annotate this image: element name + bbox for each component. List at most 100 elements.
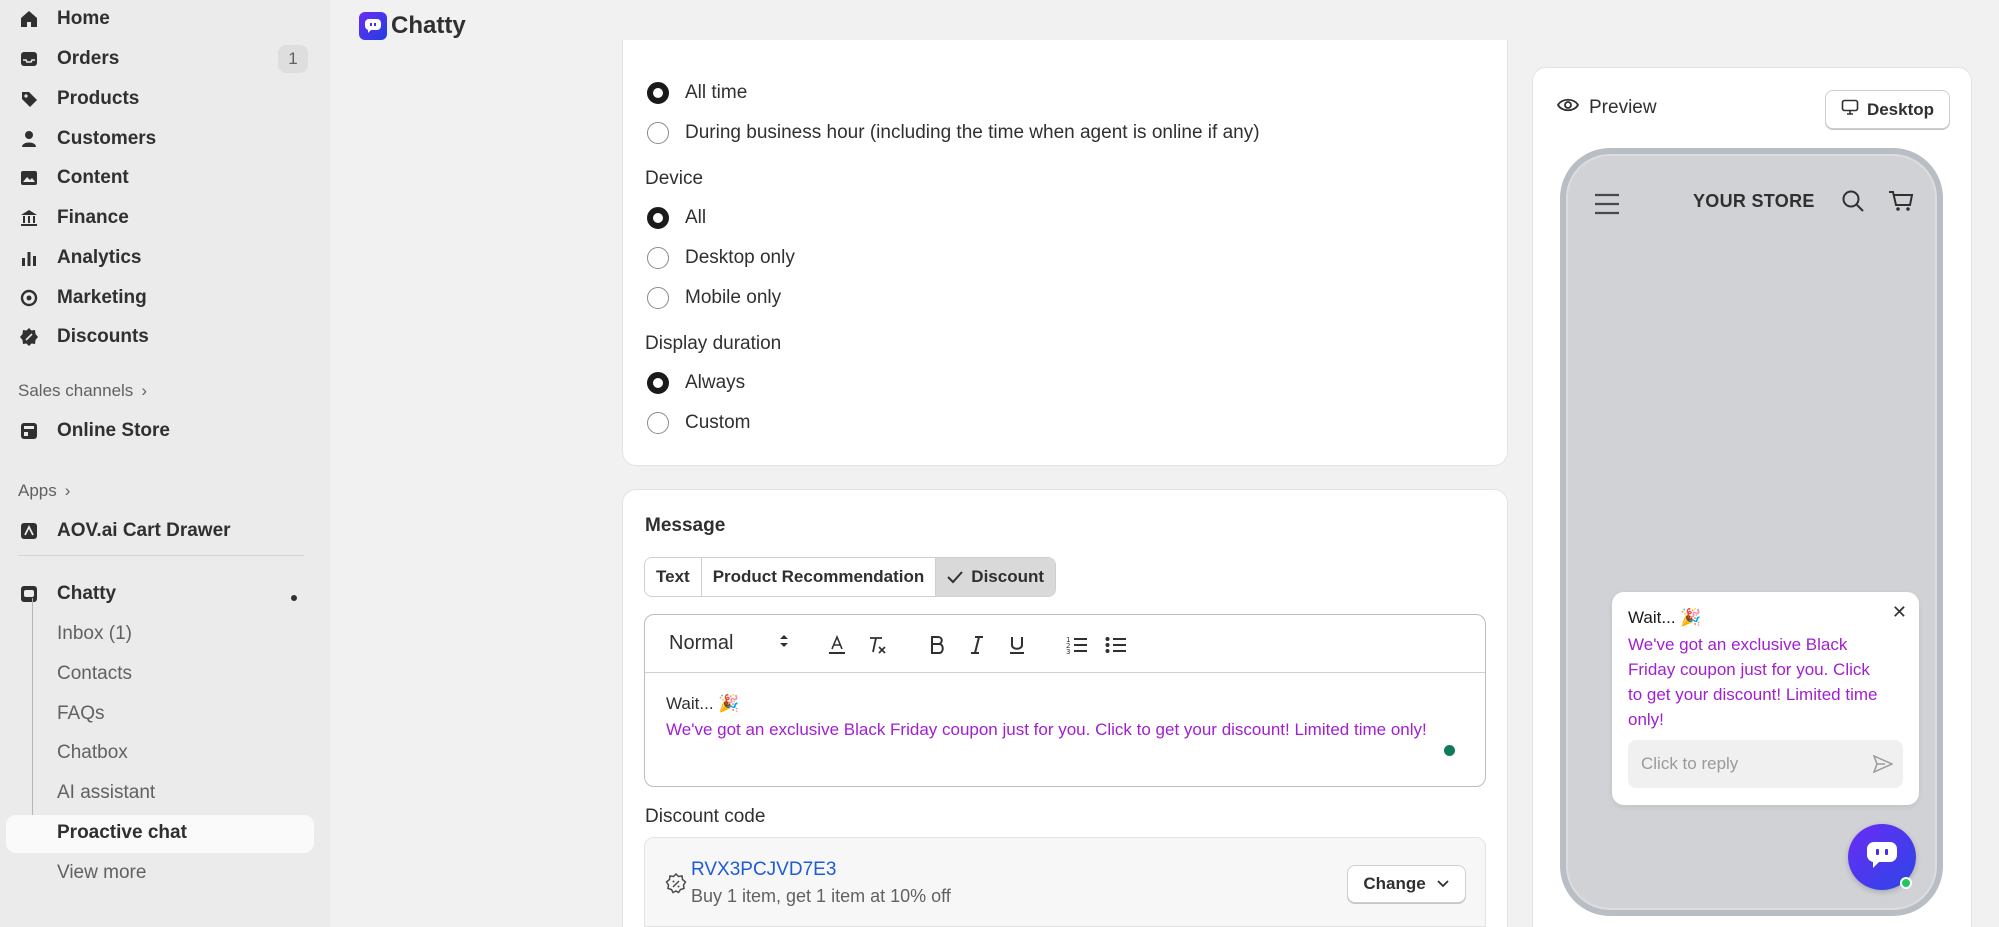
status-dot-icon: [1444, 745, 1455, 756]
online-status-dot: [1900, 877, 1912, 889]
sidebar-item-home[interactable]: Home: [18, 1, 110, 37]
editor-toolbar: Normal 123: [645, 615, 1485, 673]
chat-bubble-icon: [1865, 840, 1899, 875]
tree-connector: [32, 598, 46, 834]
radio-desktop-only[interactable]: Desktop only: [647, 247, 795, 269]
sidebar-sub-view-more[interactable]: View more: [57, 862, 146, 884]
radio-business-hour[interactable]: During business hour (including the time…: [647, 122, 1260, 144]
orders-count-badge: 1: [278, 45, 308, 73]
radio-button[interactable]: [647, 287, 669, 309]
sidebar-item-discounts[interactable]: Discounts: [18, 319, 149, 355]
radio-button[interactable]: [647, 372, 669, 394]
radio-label: All time: [685, 82, 748, 103]
sidebar-item-label: Customers: [57, 128, 157, 149]
inbox-tray-icon: [18, 48, 40, 70]
pin-dot-icon: [291, 595, 297, 601]
send-icon[interactable]: [1872, 754, 1894, 778]
sidebar-sub-contacts[interactable]: Contacts: [57, 663, 132, 685]
display-duration-label: Display duration: [645, 333, 782, 354]
sidebar-item-marketing[interactable]: Marketing: [18, 280, 147, 316]
tab-discount[interactable]: Discount: [936, 558, 1056, 596]
preview-header: Preview: [1556, 97, 1657, 119]
chatty-logo-icon: [359, 12, 387, 40]
target-icon: [18, 287, 40, 309]
sidebar-item-label: AOV.ai Cart Drawer: [57, 520, 231, 541]
radio-custom[interactable]: Custom: [647, 412, 750, 434]
radio-button[interactable]: [647, 207, 669, 229]
change-discount-button[interactable]: Change: [1347, 865, 1466, 903]
sidebar-item-customers[interactable]: Customers: [18, 121, 156, 157]
sidebar-item-label: Analytics: [57, 247, 142, 268]
cart-icon: [1888, 190, 1914, 217]
bold-icon[interactable]: [925, 633, 949, 657]
radio-button[interactable]: [647, 247, 669, 269]
discount-badge-icon: [664, 872, 688, 901]
radio-all-time[interactable]: All time: [647, 82, 747, 104]
svg-text:3: 3: [1066, 648, 1070, 655]
sidebar-item-products[interactable]: Products: [18, 81, 139, 117]
message-type-tabs: Text Product Recommendation Discount: [644, 557, 1057, 597]
clear-format-icon[interactable]: [865, 633, 889, 657]
sidebar-sub-proactive-chat[interactable]: Proactive chat: [57, 822, 187, 844]
sidebar-sub-ai-assistant[interactable]: AI assistant: [57, 782, 155, 804]
radio-label: All: [685, 207, 707, 228]
reply-input[interactable]: Click to reply: [1628, 740, 1903, 788]
search-icon: [1841, 189, 1865, 218]
hamburger-menu-icon: [1594, 193, 1620, 220]
sidebar-sub-chatbox[interactable]: Chatbox: [57, 742, 128, 764]
popup-text: We've got an exclusive Black Friday coup…: [1628, 635, 1878, 729]
radio-label: Custom: [685, 412, 751, 433]
message-line-2: We've got an exclusive Black Friday coup…: [666, 720, 1427, 739]
sidebar-item-label: Discounts: [57, 326, 149, 347]
radio-button[interactable]: [647, 82, 669, 104]
sidebar: Home Orders 1 Products Customers Content…: [0, 0, 330, 927]
bank-icon: [18, 207, 40, 229]
message-line-1: Wait... 🎉: [666, 694, 740, 713]
bullet-list-icon[interactable]: [1104, 633, 1128, 657]
editor-content[interactable]: Wait... 🎉 We've got an exclusive Black F…: [645, 673, 1485, 761]
sidebar-item-online-store[interactable]: Online Store: [18, 413, 170, 449]
tab-product-recommendation[interactable]: Product Recommendation: [701, 558, 937, 596]
sidebar-item-content[interactable]: Content: [18, 160, 129, 196]
discount-code-link[interactable]: RVX3PCJVD7E3: [691, 859, 836, 881]
chevron-right-icon: ›: [141, 381, 147, 400]
underline-icon[interactable]: [1005, 633, 1029, 657]
ordered-list-icon[interactable]: 123: [1065, 633, 1089, 657]
message-editor[interactable]: Normal 123 Wait... 🎉 We've got an exclus…: [644, 614, 1486, 787]
sidebar-item-finance[interactable]: Finance: [18, 200, 129, 236]
chevron-down-icon: [1436, 874, 1450, 894]
checkmark-icon: [947, 570, 964, 584]
radio-device-all[interactable]: All: [647, 207, 706, 229]
format-select[interactable]: Normal: [669, 632, 799, 655]
divider: [18, 555, 304, 556]
close-icon[interactable]: ✕: [1892, 602, 1907, 623]
radio-mobile-only[interactable]: Mobile only: [647, 287, 781, 309]
sidebar-sub-faqs[interactable]: FAQs: [57, 703, 105, 725]
text-color-icon[interactable]: [825, 633, 849, 657]
radio-button[interactable]: [647, 122, 669, 144]
sidebar-item-label: Online Store: [57, 420, 170, 441]
apps-label: Apps: [18, 481, 57, 500]
discount-icon: [18, 326, 40, 348]
tab-text[interactable]: Text: [645, 558, 702, 596]
radio-button[interactable]: [647, 412, 669, 434]
sidebar-item-analytics[interactable]: Analytics: [18, 240, 141, 276]
radio-always[interactable]: Always: [647, 372, 745, 394]
change-button-label: Change: [1363, 874, 1426, 893]
device-label: Device: [645, 168, 704, 189]
app-title-text: Chatty: [391, 12, 466, 39]
preview-label: Preview: [1589, 97, 1657, 118]
sidebar-item-label: Chatty: [57, 583, 117, 604]
store-name: YOUR STORE: [1693, 191, 1815, 211]
desktop-toggle-button[interactable]: Desktop: [1825, 90, 1950, 129]
sidebar-item-orders[interactable]: Orders: [18, 41, 119, 77]
discount-description: Buy 1 item, get 1 item at 10% off: [691, 886, 951, 906]
message-title: Message: [645, 515, 726, 536]
apps-section[interactable]: Apps ›: [18, 481, 70, 501]
sidebar-sub-inbox[interactable]: Inbox (1): [57, 623, 132, 645]
sales-channels-section[interactable]: Sales channels ›: [18, 381, 147, 401]
sidebar-item-aov[interactable]: AOV.ai Cart Drawer: [18, 513, 231, 549]
popup-title: Wait... 🎉: [1628, 608, 1702, 627]
sidebar-item-label: Content: [57, 167, 129, 188]
italic-icon[interactable]: [965, 633, 989, 657]
